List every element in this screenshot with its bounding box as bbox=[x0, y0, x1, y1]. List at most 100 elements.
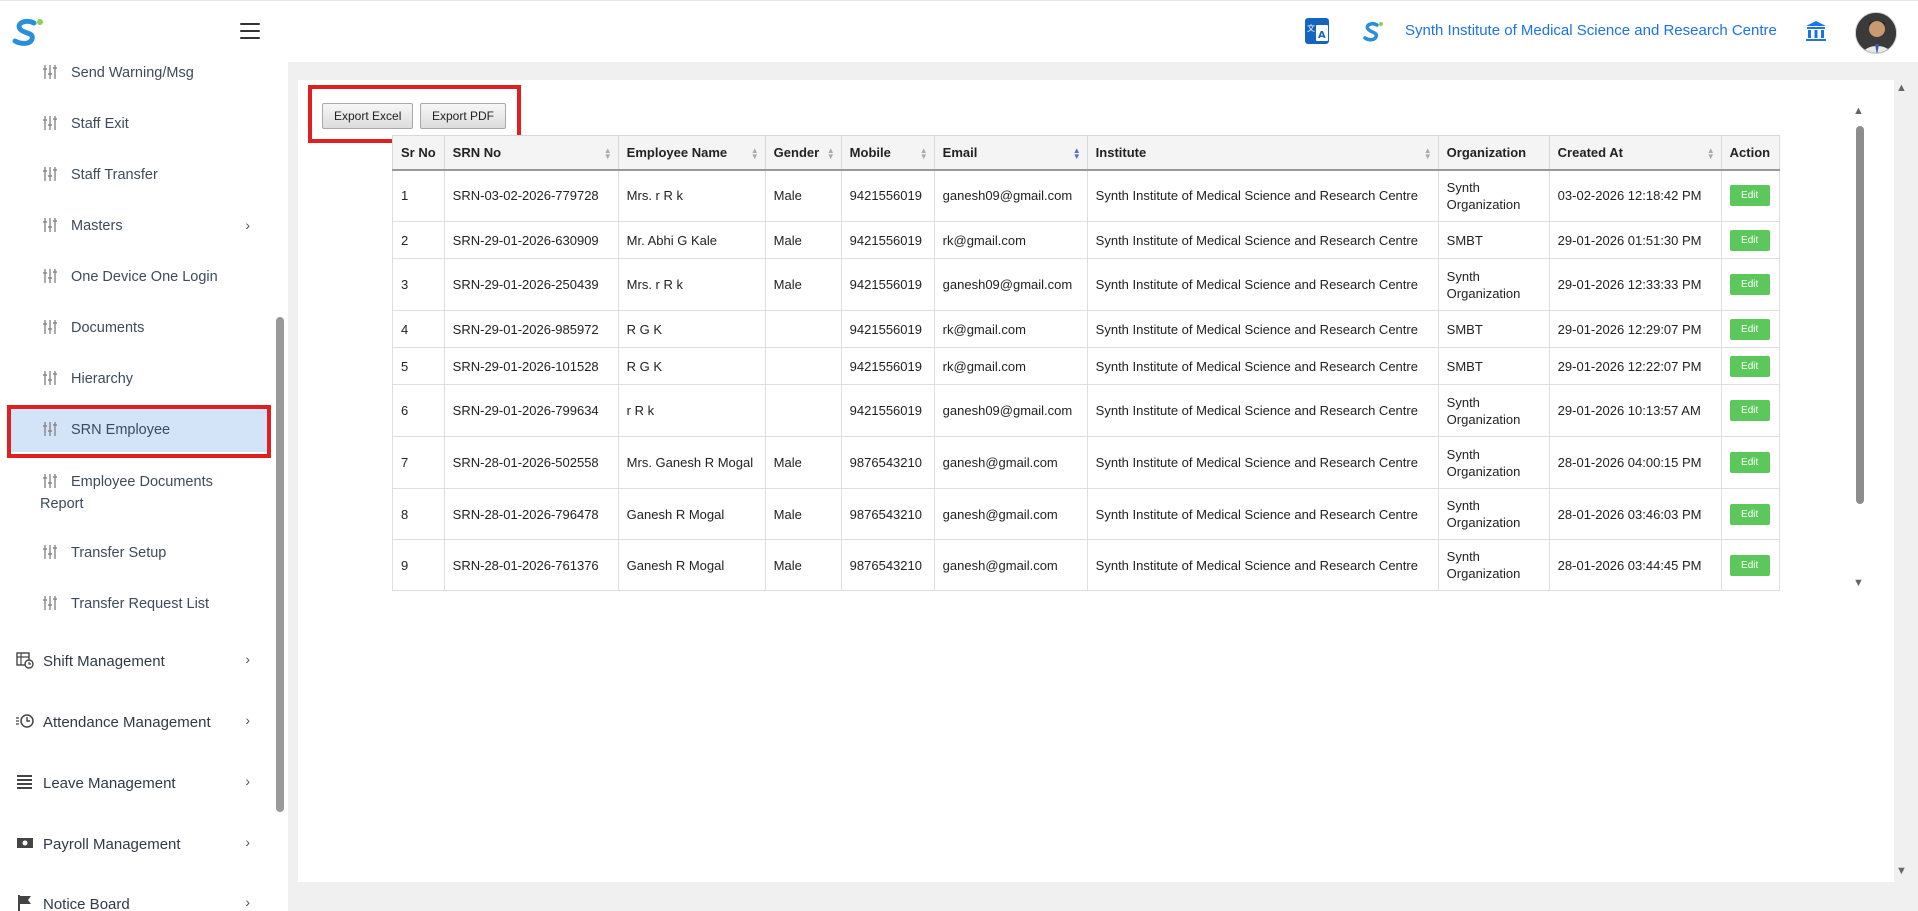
cell-action: Edit bbox=[1720, 436, 1780, 489]
sidebar-section-payroll-management[interactable]: Payroll Management › bbox=[0, 833, 270, 857]
cell-created-at: 03-02-2026 12:18:42 PM bbox=[1548, 169, 1722, 222]
cell-institute: Synth Institute of Medical Science and R… bbox=[1086, 488, 1439, 540]
sidebar-item-label: One Device One Login bbox=[71, 269, 218, 285]
cell-institute: Synth Institute of Medical Science and R… bbox=[1086, 347, 1439, 385]
column-header-gender[interactable]: Gender ▲ ▼ bbox=[764, 135, 842, 171]
edit-button[interactable]: Edit bbox=[1729, 229, 1770, 251]
sidebar-item-documents[interactable]: Documents bbox=[0, 317, 270, 341]
cell-institute: Synth Institute of Medical Science and R… bbox=[1086, 258, 1439, 311]
cell-email: ganesh09@gmail.com bbox=[933, 169, 1088, 222]
table-row: 9 SRN-28-01-2026-761376 Ganesh R Mogal M… bbox=[392, 539, 1780, 591]
edit-button[interactable]: Edit bbox=[1729, 554, 1770, 576]
sidebar-section-attendance-management[interactable]: Attendance Management › bbox=[0, 711, 270, 735]
sidebar-item-hierarchy[interactable]: Hierarchy bbox=[0, 368, 270, 392]
sidebar-item-staff-transfer[interactable]: Staff Transfer bbox=[0, 164, 270, 188]
avatar[interactable] bbox=[1855, 12, 1897, 54]
edit-button[interactable]: Edit bbox=[1729, 355, 1770, 377]
cell-organization: SMBT bbox=[1437, 347, 1550, 385]
scroll-up-icon[interactable]: ▲ bbox=[1853, 105, 1864, 117]
institute-name[interactable]: Synth Institute of Medical Science and R… bbox=[1405, 22, 1777, 39]
sidebar-item-staff-exit[interactable]: Staff Exit bbox=[0, 113, 270, 137]
cell-created-at: 28-01-2026 04:00:15 PM bbox=[1548, 436, 1722, 489]
cell-name: Mrs. Ganesh R Mogal bbox=[617, 436, 766, 489]
sidebar-section-label: Leave Management bbox=[43, 775, 176, 792]
cell-mobile: 9876543210 bbox=[840, 539, 935, 591]
bank-icon[interactable] bbox=[1804, 19, 1828, 43]
cell-organization: Synth Organization bbox=[1437, 258, 1550, 311]
cell-email: ganesh09@gmail.com bbox=[933, 384, 1088, 437]
column-header-action[interactable]: Action bbox=[1720, 135, 1780, 171]
column-header-employee-name[interactable]: Employee Name ▲ ▼ bbox=[617, 135, 766, 171]
sidebar-item-transfer-setup[interactable]: Transfer Setup bbox=[0, 542, 270, 566]
cell-name: R G K bbox=[617, 310, 766, 348]
sidebar-section-leave-management[interactable]: Leave Management › bbox=[0, 772, 270, 796]
column-header-institute[interactable]: Institute ▲ ▼ bbox=[1086, 135, 1439, 171]
column-header-mobile[interactable]: Mobile ▲ ▼ bbox=[840, 135, 935, 171]
column-header-created-at[interactable]: Created At ▲ ▼ bbox=[1548, 135, 1722, 171]
cell-name: Ganesh R Mogal bbox=[617, 488, 766, 540]
cell-sr: 5 bbox=[392, 347, 445, 385]
sidebar-item-employee-documents-report[interactable]: Employee Documents Report bbox=[0, 471, 270, 515]
edit-button[interactable]: Edit bbox=[1729, 452, 1770, 473]
edit-button[interactable]: Edit bbox=[1729, 400, 1770, 421]
flag-icon bbox=[18, 895, 31, 911]
sidebar-item-transfer-request-list[interactable]: Transfer Request List bbox=[0, 593, 270, 617]
cell-organization: SMBT bbox=[1437, 310, 1550, 348]
cell-sr: 7 bbox=[392, 436, 445, 489]
calendar-clock-icon bbox=[16, 652, 34, 669]
table-row: 1 SRN-03-02-2026-779728 Mrs. r R k Male … bbox=[392, 169, 1780, 222]
scroll-down-icon[interactable]: ▼ bbox=[1853, 577, 1864, 589]
cell-created-at: 28-01-2026 03:46:03 PM bbox=[1548, 488, 1722, 540]
cell-name: Mrs. r R k bbox=[617, 258, 766, 311]
page-scroll-down-icon[interactable]: ▼ bbox=[1896, 865, 1907, 877]
chevron-right-icon: › bbox=[245, 773, 250, 789]
table-row: 4 SRN-29-01-2026-985972 R G K 9421556019… bbox=[392, 310, 1780, 348]
column-header-organization[interactable]: Organization bbox=[1437, 135, 1550, 171]
sort-icon: ▲ ▼ bbox=[603, 146, 612, 161]
cell-mobile: 9876543210 bbox=[840, 488, 935, 540]
sliders-icon bbox=[43, 320, 57, 334]
sliders-icon bbox=[43, 65, 57, 79]
edit-button[interactable]: Edit bbox=[1729, 274, 1770, 295]
sidebar-section-shift-management[interactable]: Shift Management › bbox=[0, 650, 270, 674]
sliders-icon bbox=[43, 218, 57, 232]
sidebar: Send Warning/Msg Staff Exit Staff Transf… bbox=[0, 62, 288, 911]
edit-button[interactable]: Edit bbox=[1729, 503, 1770, 525]
sidebar-section-label: Attendance Management bbox=[43, 714, 211, 731]
sidebar-item-label: Staff Exit bbox=[71, 116, 129, 132]
sidebar-item-label: Transfer Setup bbox=[71, 545, 167, 561]
chevron-right-icon: › bbox=[245, 651, 250, 667]
sidebar-scrollbar[interactable] bbox=[276, 317, 284, 812]
clock-icon bbox=[16, 714, 34, 728]
column-header-email[interactable]: Email ▲ ▼ bbox=[933, 135, 1088, 171]
cell-name: r R k bbox=[617, 384, 766, 437]
sidebar-item-label: Documents bbox=[71, 320, 145, 336]
cell-srn: SRN-03-02-2026-779728 bbox=[443, 169, 619, 222]
edit-button[interactable]: Edit bbox=[1729, 185, 1770, 207]
cell-action: Edit bbox=[1720, 347, 1780, 385]
column-header-sr-no[interactable]: Sr No bbox=[392, 135, 445, 171]
cell-name: R G K bbox=[617, 347, 766, 385]
sidebar-item-masters[interactable]: Masters › bbox=[0, 215, 270, 239]
cell-action: Edit bbox=[1720, 310, 1780, 348]
edit-button[interactable]: Edit bbox=[1729, 318, 1770, 340]
sidebar-item-label: Staff Transfer bbox=[71, 167, 158, 183]
page-scroll-up-icon[interactable]: ▲ bbox=[1896, 82, 1907, 94]
cell-gender: Male bbox=[764, 539, 842, 591]
cell-srn: SRN-28-01-2026-761376 bbox=[443, 539, 619, 591]
cell-gender bbox=[764, 384, 842, 437]
cell-organization: SMBT bbox=[1437, 221, 1550, 259]
column-header-srn-no[interactable]: SRN No ▲ ▼ bbox=[443, 135, 619, 171]
sidebar-item-send-warning[interactable]: Send Warning/Msg bbox=[0, 62, 270, 86]
chevron-right-icon: › bbox=[245, 217, 250, 233]
table-scrollbar-thumb[interactable] bbox=[1856, 126, 1864, 504]
menu-icon[interactable] bbox=[240, 23, 260, 39]
sidebar-section-label: Shift Management bbox=[43, 653, 165, 670]
cell-srn: SRN-28-01-2026-796478 bbox=[443, 488, 619, 540]
cell-action: Edit bbox=[1720, 221, 1780, 259]
top-header: A 文 Synth Institute of Medical Science a… bbox=[0, 0, 1918, 62]
sidebar-section-notice-board[interactable]: Notice Board › bbox=[0, 893, 270, 911]
sidebar-item-one-device-one-login[interactable]: One Device One Login bbox=[0, 266, 270, 290]
translate-icon[interactable]: A 文 bbox=[1304, 17, 1330, 45]
logo-icon[interactable] bbox=[12, 17, 44, 47]
